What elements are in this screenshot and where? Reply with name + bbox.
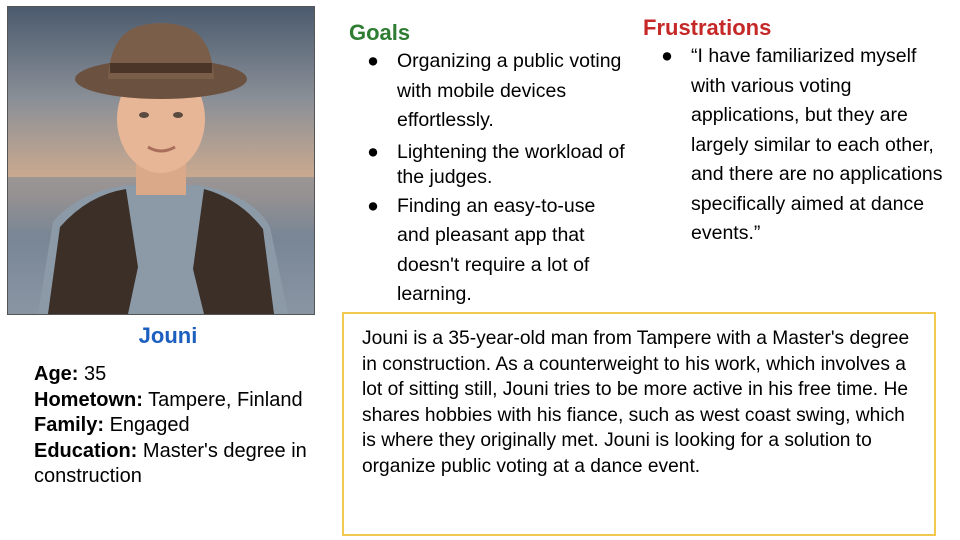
bullet-icon: ● [367, 194, 379, 217]
fact-hometown: Hometown: Tampere, Finland [34, 388, 303, 411]
persona-facts: Age: 35 Hometown: Tampere, Finland Famil… [34, 362, 334, 490]
frustration-item: ● “I have familiarized myself with variou… [655, 42, 955, 249]
goal-item: ● Organizing a public voting with mobile … [361, 47, 631, 136]
fact-education: Education: Master's degree in constructi… [34, 439, 307, 488]
frustrations-list: ● “I have familiarized myself with variou… [655, 42, 955, 249]
fact-family: Family: Engaged [34, 414, 190, 436]
goals-title: Goals [349, 20, 411, 45]
frustrations-title: Frustrations [643, 15, 772, 40]
fact-age: Age: 35 [34, 363, 107, 385]
bio-text: Jouni is a 35-year-old man from Tampere … [362, 328, 910, 477]
bio-box: Jouni is a 35-year-old man from Tampere … [342, 312, 936, 536]
bullet-icon: ● [367, 140, 379, 163]
goals-list: ● Organizing a public voting with mobile … [361, 47, 631, 310]
persona-name: Jouni [138, 323, 198, 348]
bullet-icon: ● [661, 45, 673, 67]
person-photo-icon [8, 23, 314, 314]
bullet-icon: ● [367, 50, 379, 72]
goal-item: ● Lightening the workload of the judges. [361, 140, 631, 190]
goal-item: ● Finding an easy-to-use and pleasant app… [361, 192, 631, 310]
persona-photo [7, 6, 315, 315]
